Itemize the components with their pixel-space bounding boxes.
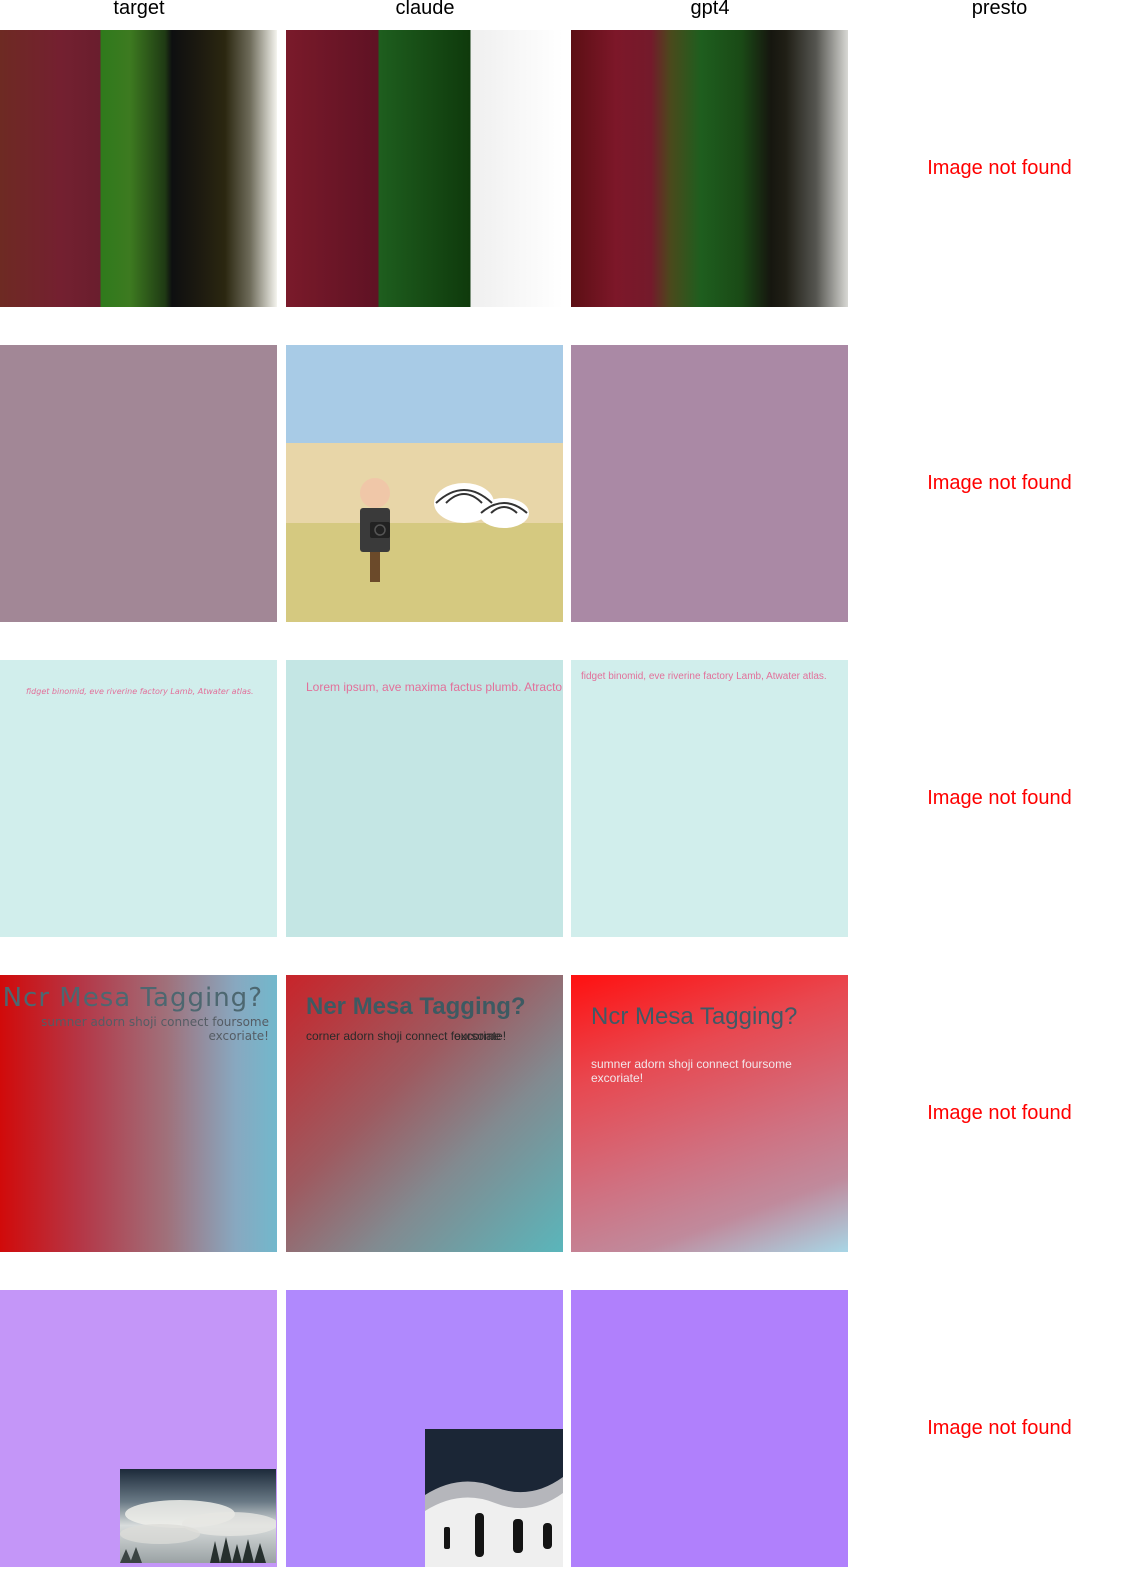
tile-target-row2 xyxy=(0,345,277,622)
tile-claude-row3: Lorem ipsum, ave maxima factus plumb. At… xyxy=(286,660,563,937)
tile-subtitle-overlap: excoriate! xyxy=(454,1029,507,1043)
header-target: target xyxy=(113,0,165,19)
misty-forest-photo xyxy=(120,1469,276,1563)
tile-subtitle: sumner adorn shoji connect foursome exco… xyxy=(41,1015,269,1043)
tile-gpt4-row2 xyxy=(571,345,848,622)
header-claude: claude xyxy=(395,0,455,19)
tile-title: Ncr Mesa Tagging? xyxy=(591,1003,798,1030)
tile-title: Ner Mesa Tagging? xyxy=(306,993,526,1020)
tile-gpt4-row4: Ncr Mesa Tagging? sumner adorn shoji con… xyxy=(571,975,848,1252)
tile-claude-row5 xyxy=(286,1290,563,1567)
tile-presto-row1: Image not found xyxy=(927,157,1072,179)
tile-gpt4-row3: fidget binomid, eve riverine factory Lam… xyxy=(571,660,848,937)
tile-target-row4: Ncr Mesa Tagging? sumner adorn shoji con… xyxy=(0,975,277,1252)
header-gpt4: gpt4 xyxy=(690,0,730,19)
tile-title: Ncr Mesa Tagging? xyxy=(2,983,263,1013)
tile-gpt4-row5 xyxy=(571,1290,848,1567)
tile-claude-row4: Ner Mesa Tagging? corner adorn shoji con… xyxy=(286,975,563,1252)
tile-presto-row3: Image not found xyxy=(927,787,1072,809)
tile-subtitle: sumner adorn shoji connect foursome exco… xyxy=(591,1057,792,1085)
tile-claude-row2 xyxy=(286,345,563,622)
header-presto: presto xyxy=(971,0,1028,19)
caption-text: fidget binomid, eve riverine factory Lam… xyxy=(26,687,254,696)
comparison-grid: target claude gpt4 presto Image not foun… xyxy=(0,0,1144,1582)
caption-text: Lorem ipsum, ave maxima factus plumb. At… xyxy=(306,680,563,694)
tile-gpt4-row1 xyxy=(571,30,848,307)
tile-presto-row2: Image not found xyxy=(927,472,1072,494)
tile-target-row5 xyxy=(0,1290,277,1567)
snowy-hills-icon xyxy=(425,1429,563,1567)
tile-target-row3: fidget binomid, eve riverine factory Lam… xyxy=(0,660,277,937)
tile-claude-row1 xyxy=(286,30,563,307)
caption-text: fidget binomid, eve riverine factory Lam… xyxy=(581,671,827,682)
tile-target-row1 xyxy=(0,30,277,307)
igloo-icon xyxy=(434,483,529,528)
tile-presto-row5: Image not found xyxy=(927,1417,1072,1439)
tile-presto-row4: Image not found xyxy=(927,1102,1072,1124)
